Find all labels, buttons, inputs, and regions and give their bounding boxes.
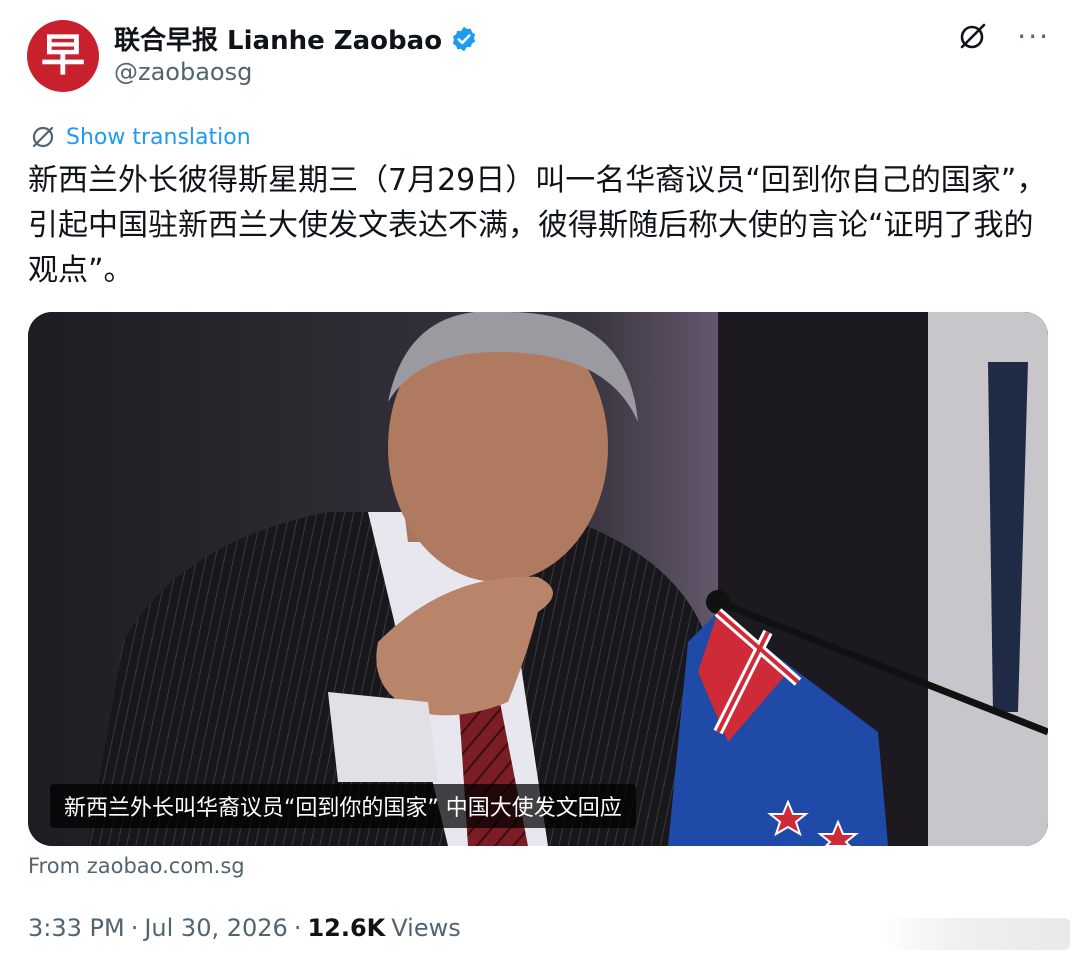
account-handle[interactable]: @zaobaosg — [114, 58, 252, 86]
author-name-row: 联合早报 Lianhe Zaobao — [114, 20, 478, 57]
watermark-bar — [880, 918, 1070, 950]
translate-icon — [32, 126, 54, 148]
meta-separator: · — [293, 914, 302, 942]
avatar-logo: 早 — [41, 30, 85, 81]
translation-row[interactable]: Show translation — [30, 124, 251, 150]
show-translation-link[interactable]: Show translation — [66, 125, 251, 150]
more-options-icon[interactable]: ··· — [1017, 23, 1050, 51]
avatar[interactable]: 早 — [27, 20, 99, 92]
grok-icon[interactable] — [957, 22, 987, 52]
image-caption: 新西兰外长叫华裔议员“回到你的国家” 中国大使发文回应 — [50, 784, 636, 828]
post-time[interactable]: 3:33 PM — [28, 914, 125, 942]
news-photo — [28, 312, 1048, 846]
post-text: 新西兰外长彼得斯星期三（7月29日）叫一名华裔议员“回到你自己的国家”，引起中国… — [28, 163, 1047, 288]
views-label: Views — [391, 914, 461, 942]
post-meta: 3:33 PM · Jul 30, 2026 · 12.6K Views — [28, 914, 461, 942]
display-name[interactable]: 联合早报 Lianhe Zaobao — [114, 20, 442, 57]
post-date[interactable]: Jul 30, 2026 — [144, 914, 287, 942]
verified-badge-icon — [452, 26, 476, 51]
meta-separator: · — [130, 914, 139, 942]
post-actions: ··· — [957, 22, 1050, 52]
link-source[interactable]: From zaobao.com.sg — [28, 854, 245, 878]
views-count: 12.6K — [307, 914, 386, 942]
post-image[interactable]: 新西兰外长叫华裔议员“回到你的国家” 中国大使发文回应 — [28, 312, 1048, 846]
